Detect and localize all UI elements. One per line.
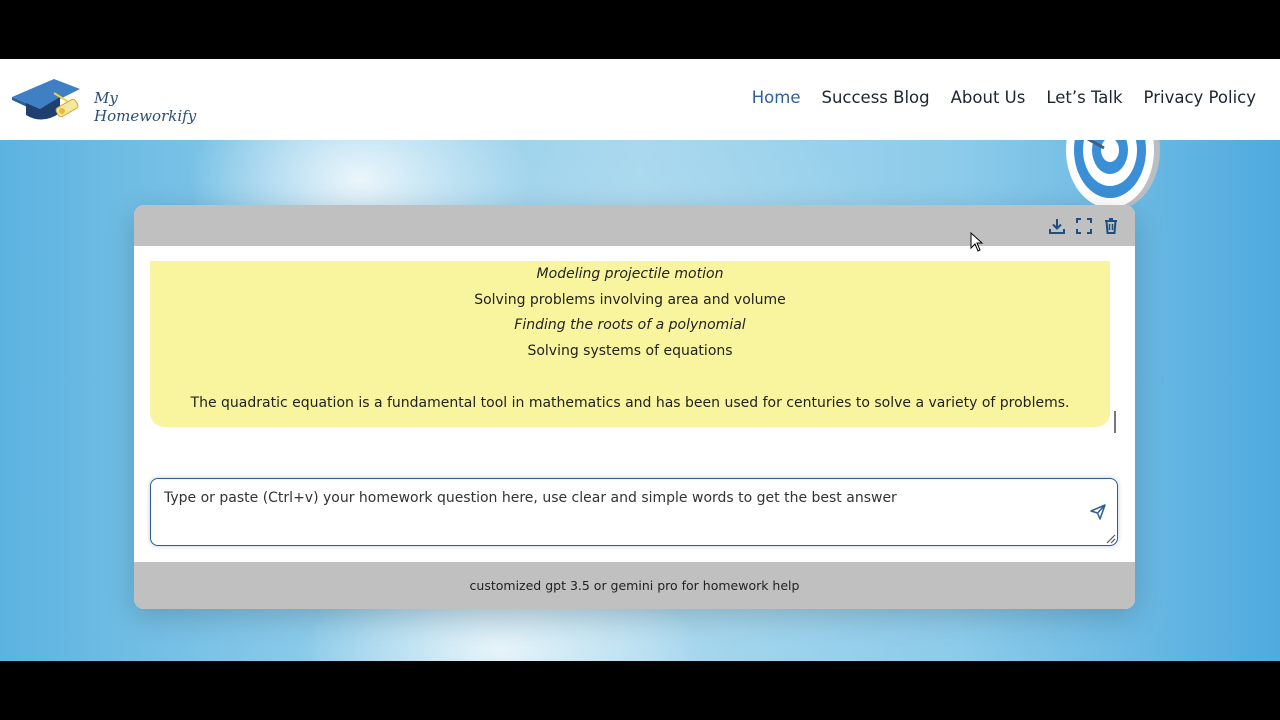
download-icon[interactable] (1048, 217, 1066, 235)
answer-line: Finding the roots of a polynomial (514, 317, 746, 334)
question-input[interactable] (164, 490, 1064, 530)
answer-line: Solving problems involving area and volu… (474, 291, 786, 308)
resize-handle-icon[interactable] (1104, 532, 1116, 544)
answer-summary: The quadratic equation is a fundamental … (190, 394, 1070, 411)
chat-footer: customized gpt 3.5 or gemini pro for hom… (134, 562, 1135, 609)
letterbox-bottom (0, 661, 1280, 720)
answer-spacer (150, 365, 1110, 391)
send-icon[interactable] (1089, 503, 1107, 521)
nav-success-blog[interactable]: Success Blog (821, 88, 929, 107)
nav-home[interactable]: Home (752, 88, 801, 107)
answer-line: Modeling projectile motion (536, 266, 724, 282)
site-header: My Homeworkify Home Success Blog About U… (0, 59, 1280, 140)
trash-icon[interactable] (1102, 217, 1120, 235)
chat-toolbar (134, 205, 1135, 246)
nav-lets-talk[interactable]: Let’s Talk (1046, 88, 1122, 107)
answer-bubble: Modeling projectile motion Solving probl… (150, 261, 1110, 427)
question-input-wrapper (150, 478, 1118, 546)
footer-text: customized gpt 3.5 or gemini pro for hom… (469, 578, 800, 593)
nav-privacy-policy[interactable]: Privacy Policy (1144, 88, 1256, 107)
chat-card: Modeling projectile motion Solving probl… (134, 205, 1135, 609)
scrollbar-thumb[interactable] (1114, 411, 1116, 433)
letterbox-top (0, 0, 1280, 59)
answer-line: Solving systems of equations (527, 343, 733, 360)
mouse-cursor-icon (970, 232, 984, 252)
graduation-cap-icon (12, 79, 80, 120)
main-nav: Home Success Blog About Us Let’s Talk Pr… (752, 88, 1256, 107)
nav-about-us[interactable]: About Us (951, 88, 1026, 107)
logo[interactable]: My Homeworkify (10, 67, 210, 131)
fullscreen-icon[interactable] (1075, 217, 1093, 235)
brand-name: My Homeworkify (94, 89, 197, 125)
